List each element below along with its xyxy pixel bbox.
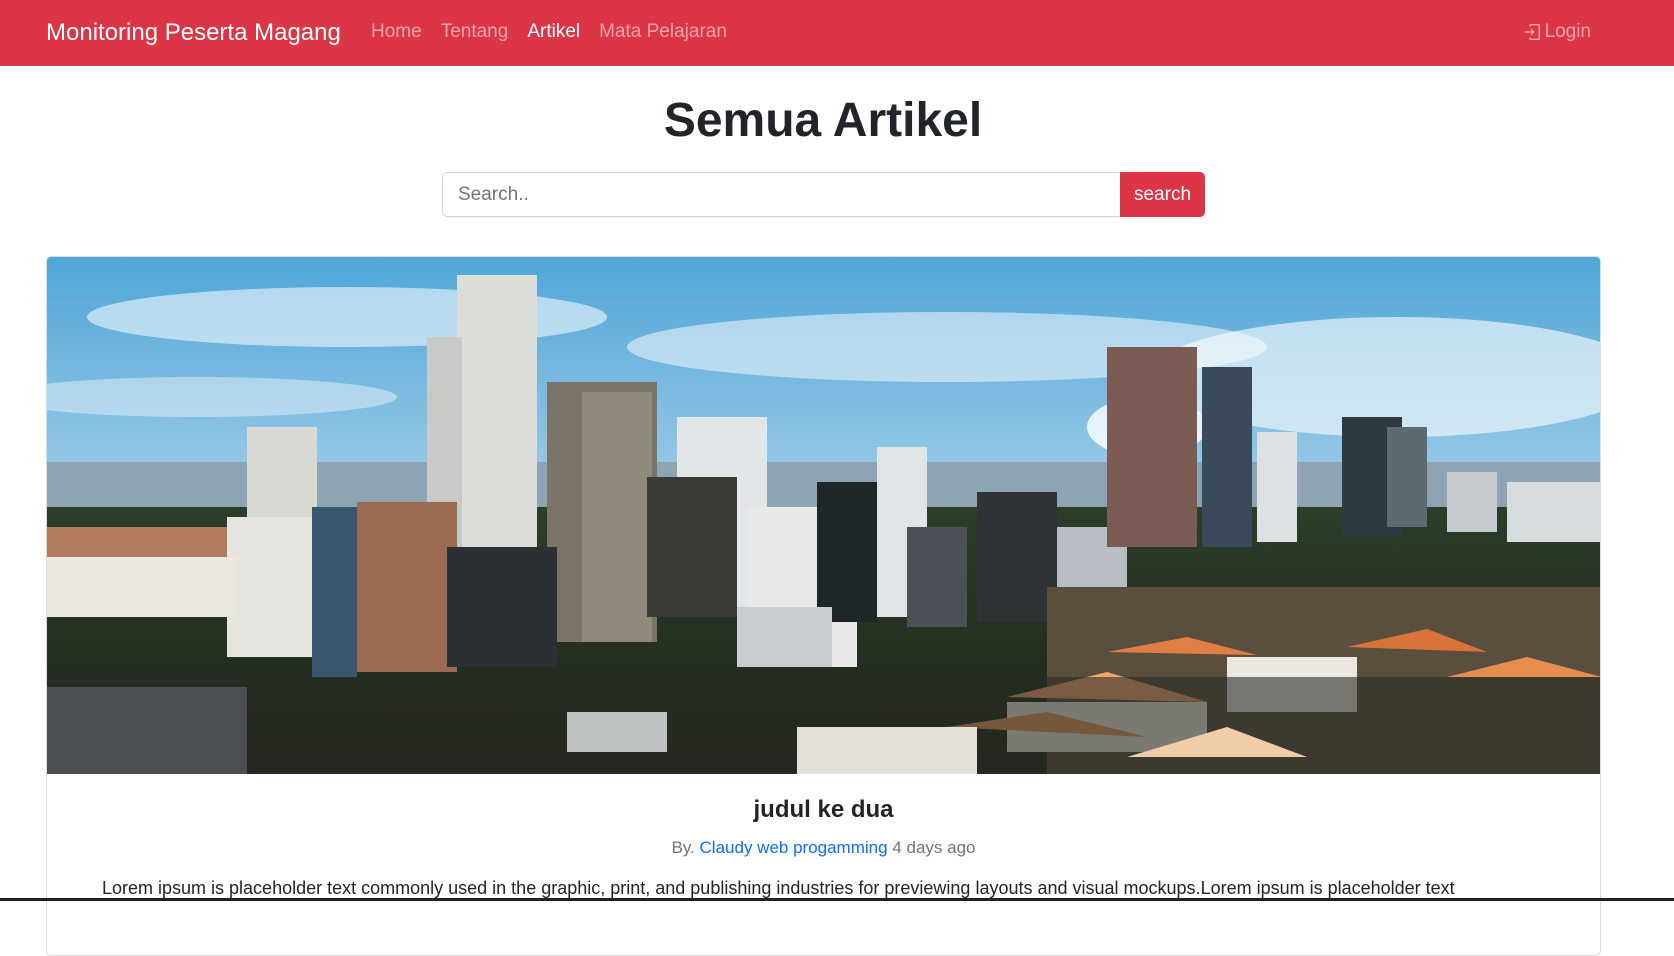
nav-item-home[interactable]: Home [371,21,422,43]
article-title[interactable]: judul ke dua [47,774,1600,824]
article-card: judul ke dua By. Claudy web progamming 4… [46,256,1601,956]
navbar: Monitoring Peserta Magang Home Tentang A… [0,0,1674,66]
article-author-link[interactable]: Claudy web progamming [700,838,888,857]
nav-item-artikel[interactable]: Artikel [527,21,580,43]
article-meta: By. Claudy web progamming 4 days ago [47,838,1600,858]
login-link[interactable]: Login [1523,21,1592,43]
login-label: Login [1544,21,1592,42]
nav-links: Home Tentang Artikel Mata Pelajaran [371,21,727,43]
search-button[interactable]: search [1120,172,1205,217]
nav-item-tentang[interactable]: Tentang [441,21,509,43]
article-image[interactable] [47,257,1601,774]
page-title: Semua Artikel [663,94,983,147]
article-body: judul ke dua By. Claudy web progamming 4… [47,774,1600,899]
box-arrow-in-right-icon [1523,23,1541,41]
article-excerpt: Lorem ipsum is placeholder text commonly… [102,878,1455,898]
search-input[interactable] [442,172,1120,217]
search-form: search [442,172,1205,217]
article-time: 4 days ago [892,838,976,857]
nav-item-mata-pelajaran[interactable]: Mata Pelajaran [599,21,727,43]
navbar-brand[interactable]: Monitoring Peserta Magang [46,19,341,47]
article-by-prefix: By. [671,838,695,857]
